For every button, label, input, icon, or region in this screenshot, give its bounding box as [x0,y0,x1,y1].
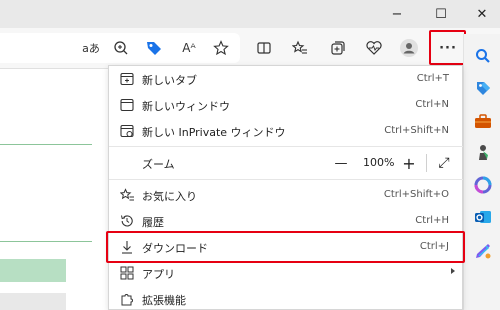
outlook-icon[interactable] [473,207,493,227]
designer-icon[interactable] [473,241,493,261]
zoom-in-button[interactable]: + [399,153,419,173]
menu-item-label: アプリ [142,268,175,281]
menu-item-new-window[interactable]: 新しいウィンドウ Ctrl+N [109,92,463,118]
microsoft365-icon[interactable] [473,175,493,195]
menu-item-label: 新しいウィンドウ [142,100,230,113]
menu-item-favorites[interactable]: お気に入り Ctrl+Shift+O [109,182,463,208]
inprivate-icon [119,123,135,139]
translate-icon[interactable]: aあ [79,36,103,60]
download-item-highlight [106,231,465,263]
health-icon[interactable] [362,36,386,60]
menu-item-shortcut: Ctrl+H [415,215,449,226]
maximize-button[interactable]: ☐ [424,0,458,28]
settings-menu: 新しいタブ Ctrl+T 新しいウィンドウ Ctrl+N 新しい InPriva… [108,65,463,310]
menu-separator [109,146,463,147]
zoom-icon[interactable] [109,36,133,60]
browser-toolbar: aあ Aᴬ ··· [0,28,500,68]
content-block [0,293,66,310]
fullscreen-button[interactable]: ⤢ [434,153,454,173]
favorites-icon[interactable] [288,36,312,60]
menu-item-label: 履歴 [142,216,164,229]
tools-icon[interactable] [473,111,493,131]
content-divider [0,241,92,242]
shopping-tag-icon[interactable] [473,78,493,98]
apps-icon [119,265,135,281]
menu-item-shortcut: Ctrl+T [416,73,449,84]
games-icon[interactable] [473,143,493,163]
extensions-icon [119,291,135,307]
read-aloud-icon[interactable]: Aᴬ [177,36,201,60]
menu-item-label: 新しいタブ [142,74,197,87]
edge-sidebar [463,34,500,310]
new-window-icon [119,97,135,113]
menu-item-label: お気に入り [142,190,197,203]
zoom-divider [426,154,427,172]
zoom-out-button[interactable]: — [331,153,351,173]
menu-separator [109,179,463,180]
zoom-row: ズーム — 100% + ⤢ [109,148,463,178]
menu-item-shortcut: Ctrl+Shift+N [384,125,449,136]
close-button[interactable]: ✕ [465,0,499,28]
split-screen-icon[interactable] [252,36,276,60]
content-divider [0,144,92,145]
favorite-star-icon[interactable] [209,36,233,60]
collections-icon[interactable] [326,36,350,60]
history-icon [119,213,135,229]
submenu-arrow-icon [451,268,455,274]
menu-item-new-tab[interactable]: 新しいタブ Ctrl+T [109,66,463,92]
content-block [0,259,66,282]
more-button-highlight [429,30,466,65]
new-tab-icon [119,71,135,87]
web-page-content [0,68,108,310]
profile-icon[interactable] [397,36,421,60]
menu-item-apps[interactable]: アプリ [109,260,463,286]
favorites-list-icon [119,187,135,203]
menu-item-shortcut: Ctrl+Shift+O [383,189,449,200]
minimize-button[interactable]: − [380,0,414,28]
coupon-tag-icon[interactable] [142,36,166,60]
title-bar: − ☐ ✕ [0,0,500,28]
search-icon[interactable] [473,46,493,66]
menu-item-extensions[interactable]: 拡張機能 [109,286,463,310]
menu-item-label: 拡張機能 [142,294,186,307]
zoom-level: 100% [363,156,395,169]
zoom-label: ズーム [142,158,175,171]
menu-item-new-inprivate-window[interactable]: 新しい InPrivate ウィンドウ Ctrl+Shift+N [109,118,463,144]
menu-item-shortcut: Ctrl+N [415,99,449,110]
menu-item-label: 新しい InPrivate ウィンドウ [142,126,286,139]
